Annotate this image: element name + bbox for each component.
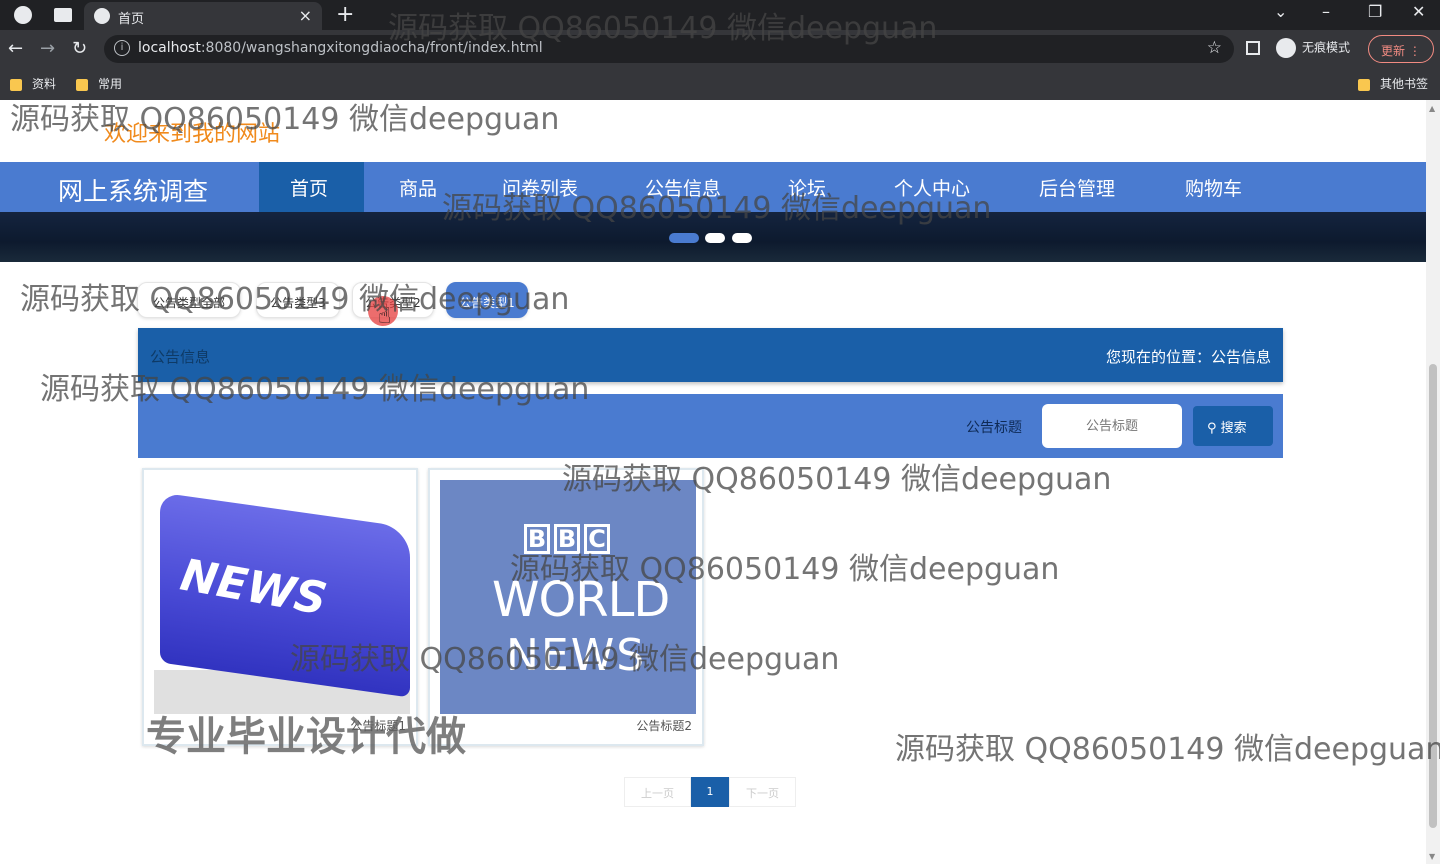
nav-products[interactable]: 商品 bbox=[399, 162, 437, 212]
main-nav: 网上系统调查 首页 商品 问卷列表 公告信息 论坛 个人中心 后台管理 购物车 bbox=[0, 162, 1426, 212]
folder-icon bbox=[10, 78, 22, 91]
site-brand[interactable]: 网上系统调查 bbox=[58, 172, 208, 208]
incognito-indicator[interactable]: 无痕模式 bbox=[1276, 38, 1350, 58]
tab-strip: 首页 × + ⌄ – ❐ ✕ bbox=[0, 0, 1440, 30]
bookmark-folder[interactable]: 资料 bbox=[10, 75, 56, 92]
promo-watermark: 专业毕业设计代做 bbox=[146, 714, 466, 760]
image-text: NEWS bbox=[506, 630, 647, 681]
announcement-image: B B C WORLD NEWS bbox=[440, 480, 696, 714]
section-header: 公告信息 您现在的位置：公告信息 bbox=[138, 328, 1283, 382]
close-window-icon[interactable]: ✕ bbox=[1412, 2, 1425, 21]
nav-survey-list[interactable]: 问卷列表 bbox=[502, 162, 578, 212]
back-icon[interactable]: ← bbox=[8, 38, 23, 59]
bookmark-folder[interactable]: 常用 bbox=[76, 75, 122, 92]
scroll-thumb[interactable] bbox=[1429, 364, 1437, 828]
incognito-icon bbox=[1276, 38, 1296, 58]
section-title: 公告信息 bbox=[150, 348, 211, 366]
globe-icon bbox=[94, 8, 110, 24]
page-scrollbar[interactable]: ▲ ▼ bbox=[1426, 100, 1440, 864]
nav-cart[interactable]: 购物车 bbox=[1185, 162, 1242, 212]
announcement-image: NEWS bbox=[154, 480, 410, 714]
scroll-up-icon[interactable]: ▲ bbox=[1429, 104, 1437, 113]
url-text: localhost:8080/wangshangxitongdiaocha/fr… bbox=[138, 40, 543, 56]
folder-icon bbox=[1358, 78, 1370, 91]
address-row: ← → ↻ i localhost:8080/wangshangxitongdi… bbox=[0, 30, 1440, 68]
nav-personal-center[interactable]: 个人中心 bbox=[894, 162, 970, 212]
welcome-text: 欢迎来到我的网站 bbox=[104, 122, 281, 147]
page-number[interactable]: 1 bbox=[691, 777, 729, 807]
chevron-down-icon[interactable]: ⌄ bbox=[1274, 2, 1287, 21]
carousel-dot[interactable] bbox=[732, 233, 752, 243]
search-icon: ⚲ bbox=[1207, 421, 1217, 436]
star-icon[interactable]: ☆ bbox=[1207, 38, 1222, 58]
bbc-block: B bbox=[554, 524, 580, 554]
filter-type-1[interactable]: 公告类型1 bbox=[446, 282, 528, 318]
browser-chrome: 首页 × + ⌄ – ❐ ✕ ← → ↻ i localhost:8080/wa… bbox=[0, 0, 1440, 100]
scroll-down-icon[interactable]: ▼ bbox=[1429, 852, 1437, 861]
globe-icon[interactable] bbox=[14, 6, 32, 24]
carousel-banner bbox=[0, 212, 1426, 262]
tab-home[interactable]: 首页 × bbox=[84, 2, 322, 30]
web-page: 欢迎来到我的网站 网上系统调查 首页 商品 问卷列表 公告信息 论坛 个人中心 … bbox=[0, 100, 1426, 864]
carousel-dot[interactable] bbox=[705, 233, 725, 243]
tab-title: 首页 bbox=[118, 12, 145, 27]
folder-icon bbox=[76, 78, 88, 91]
nav-home[interactable]: 首页 bbox=[259, 162, 364, 212]
filter-type-3[interactable]: 公告类型3 bbox=[256, 282, 340, 318]
restore-icon[interactable]: ❐ bbox=[1368, 2, 1382, 21]
new-tab-icon[interactable]: + bbox=[336, 2, 354, 27]
search-label: 公告标题 bbox=[966, 420, 1022, 436]
close-tab-icon[interactable]: × bbox=[299, 6, 312, 25]
update-button[interactable]: 更新 ⋮ bbox=[1368, 35, 1434, 63]
nav-forum[interactable]: 论坛 bbox=[788, 162, 826, 212]
other-bookmarks[interactable]: 其他书签 bbox=[1358, 75, 1428, 92]
carousel-dot[interactable] bbox=[669, 233, 699, 243]
next-page-button[interactable]: 下一页 bbox=[729, 777, 796, 807]
image-text: WORLD bbox=[492, 572, 670, 628]
window-icon[interactable] bbox=[54, 8, 72, 22]
reload-icon[interactable]: ↻ bbox=[72, 38, 87, 59]
address-bar[interactable]: i localhost:8080/wangshangxitongdiaocha/… bbox=[104, 35, 1234, 63]
announcement-card[interactable]: B B C WORLD NEWS 公告标题2 bbox=[428, 468, 704, 746]
hand-cursor-icon: ☝ bbox=[378, 304, 392, 329]
search-button[interactable]: ⚲ 搜索 bbox=[1193, 406, 1273, 446]
filter-all[interactable]: 公告类型全部 bbox=[137, 282, 241, 318]
forward-icon[interactable]: → bbox=[40, 38, 55, 59]
search-bar: 公告标题 ⚲ 搜索 bbox=[138, 394, 1283, 458]
bookmarks-bar: 资料 常用 其他书签 bbox=[0, 68, 1440, 100]
nav-admin[interactable]: 后台管理 bbox=[1039, 162, 1115, 212]
minimize-icon[interactable]: – bbox=[1322, 2, 1330, 21]
prev-page-button[interactable]: 上一页 bbox=[624, 777, 691, 807]
info-icon[interactable]: i bbox=[114, 40, 130, 56]
search-input[interactable] bbox=[1042, 404, 1182, 448]
bbc-block: C bbox=[584, 524, 610, 554]
breadcrumb: 您现在的位置：公告信息 bbox=[1105, 348, 1271, 366]
side-panel-icon[interactable] bbox=[1246, 41, 1260, 55]
nav-announcements[interactable]: 公告信息 bbox=[645, 162, 721, 212]
bbc-block: B bbox=[524, 524, 550, 554]
card-title: 公告标题2 bbox=[636, 719, 692, 733]
